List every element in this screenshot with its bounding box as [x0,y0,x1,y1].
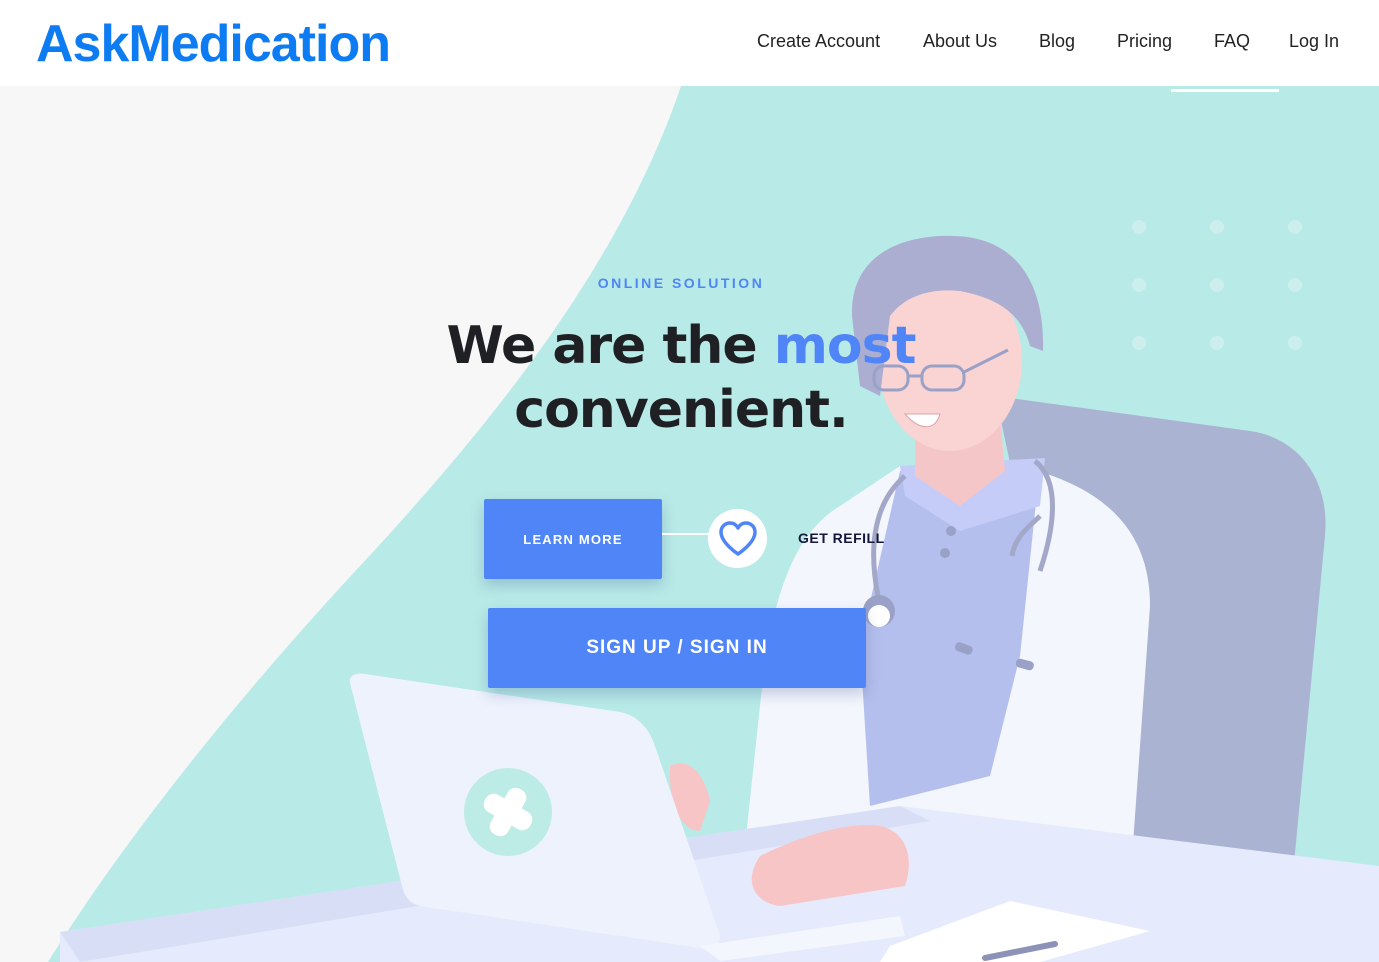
headline-accent: most [773,316,917,376]
nav-pricing[interactable]: Pricing [1117,31,1172,52]
headline-part-2: convenient. [514,380,848,440]
sign-up-sign-in-button[interactable]: SIGN UP / SIGN IN [488,608,866,688]
brand-logo[interactable]: AskMedication [36,12,391,76]
site-header: AskMedication Create Account About Us Bl… [0,0,1379,86]
nav-about-us[interactable]: About Us [923,31,997,52]
hero-eyebrow: ONLINE SOLUTION [597,275,765,291]
nav-faq[interactable]: FAQ [1214,31,1250,52]
refill-heart-button[interactable] [708,509,767,568]
get-refill-link[interactable]: GET REFILL [798,530,885,546]
hero-headline: We are the most convenient. [0,314,1362,442]
headline-part-1: We are the [446,316,774,376]
hero-illustration [48,86,1379,962]
heart-icon [718,520,757,556]
nav-create-account[interactable]: Create Account [757,31,880,52]
nav-blog[interactable]: Blog [1039,31,1075,52]
nav-active-underline [1171,89,1279,92]
button-connector-line [662,533,712,535]
hero-section: ONLINE SOLUTION We are the most convenie… [0,86,1379,962]
nav-log-in[interactable]: Log In [1289,31,1339,52]
learn-more-button[interactable]: LEARN MORE [484,499,662,579]
